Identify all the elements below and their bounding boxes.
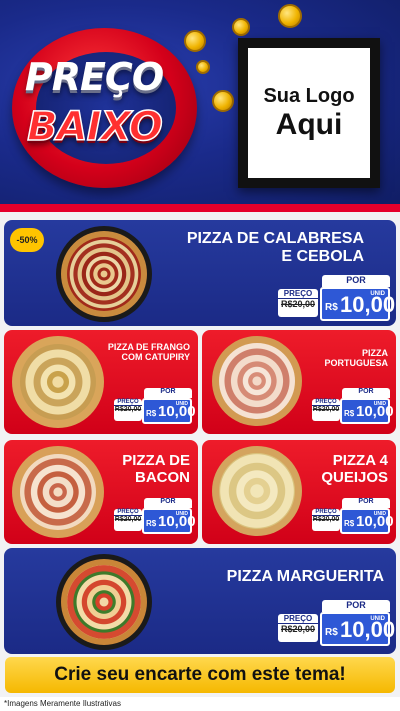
new-price: R$ 10,00 UNID bbox=[320, 287, 395, 321]
price-tag: POR PREÇO R$20,00 R$ 10,00 UNID bbox=[114, 498, 196, 534]
currency: R$ bbox=[325, 627, 338, 638]
old-price-label: PREÇO bbox=[312, 509, 340, 516]
coin-icon bbox=[184, 30, 206, 52]
unit-label: UNID bbox=[175, 511, 188, 517]
old-price: PREÇO R$20,00 bbox=[114, 509, 142, 531]
logo-text-line1: Sua Logo bbox=[263, 85, 355, 107]
currency: R$ bbox=[344, 409, 355, 418]
product-name: PIZZA 4 QUEIJOS bbox=[321, 452, 388, 487]
title-baixo: BAIXO bbox=[26, 103, 163, 151]
product-name: PIZZA MARGUERITA bbox=[226, 568, 384, 585]
por-label: POR bbox=[342, 388, 390, 398]
price-tag: POR PREÇO R$20,00 R$ 10,00 UNID bbox=[278, 600, 395, 646]
por-label: POR bbox=[144, 388, 192, 398]
product-name: PIZZA PORTUGUESA bbox=[324, 348, 388, 369]
price-tag: POR PREÇO R$20,00 R$ 10,00 UNID bbox=[312, 498, 394, 534]
old-price-label: PREÇO bbox=[312, 399, 340, 406]
coin-icon bbox=[196, 60, 210, 74]
product-card-4-queijos[interactable]: PIZZA 4 QUEIJOS POR PREÇO R$20,00 R$ 10,… bbox=[202, 440, 396, 544]
new-price: R$ 10,00 UNID bbox=[340, 508, 394, 534]
unit-label: UNID bbox=[373, 401, 386, 407]
pizza-marguerita-image bbox=[56, 554, 152, 650]
product-card-calabresa[interactable]: -50% PIZZA DE CALABRESA E CEBOLA POR PRE… bbox=[4, 220, 396, 326]
old-price-value: R$20,00 bbox=[114, 406, 142, 413]
coin-icon bbox=[232, 18, 250, 36]
price-value: 10,00 bbox=[340, 292, 396, 317]
old-price-value: R$20,00 bbox=[312, 406, 340, 413]
old-price: PREÇO R$20,00 bbox=[114, 399, 142, 421]
price-tag: POR PREÇO R$20,00 R$ 10,00 UNID bbox=[278, 275, 395, 321]
price-tag: POR PREÇO R$20,00 R$ 10,00 UNID bbox=[312, 388, 394, 424]
currency: R$ bbox=[325, 302, 338, 313]
unit-label: UNID bbox=[373, 511, 386, 517]
price-value: 10,00 bbox=[340, 617, 396, 642]
coin-icon bbox=[212, 90, 234, 112]
header-divider bbox=[0, 204, 400, 212]
old-price-value: R$20,00 bbox=[114, 516, 142, 523]
product-card-bacon[interactable]: PIZZA DE BACON POR PREÇO R$20,00 R$ 10,0… bbox=[4, 440, 198, 544]
unit-label: UNID bbox=[370, 291, 385, 297]
old-price-label: PREÇO bbox=[114, 399, 142, 406]
old-price: PREÇO R$20,00 bbox=[312, 399, 340, 421]
unit-label: UNID bbox=[370, 616, 385, 622]
disclaimer-text: *Imagens Meramente Ilustrativas bbox=[4, 699, 121, 708]
pizza-4-queijos-image bbox=[212, 446, 302, 536]
old-price: PREÇO R$20,00 bbox=[278, 289, 318, 317]
unit-label: UNID bbox=[175, 401, 188, 407]
pizza-calabresa-image bbox=[56, 226, 152, 322]
old-price-label: PREÇO bbox=[114, 509, 142, 516]
por-label: POR bbox=[342, 498, 390, 508]
header-banner: PREÇO BAIXO Sua Logo Aqui bbox=[0, 0, 400, 212]
old-price-label: PREÇO bbox=[278, 614, 318, 624]
coin-icon bbox=[278, 4, 302, 28]
new-price: R$ 10,00 UNID bbox=[340, 398, 394, 424]
product-name: PIZZA DE BACON bbox=[122, 452, 190, 487]
currency: R$ bbox=[344, 519, 355, 528]
product-name: PIZZA DE FRANGO COM CATUPIRY bbox=[107, 342, 190, 363]
new-price: R$ 10,00 UNID bbox=[142, 398, 196, 424]
discount-badge: -50% bbox=[10, 228, 44, 252]
old-price-value: R$20,00 bbox=[280, 624, 316, 634]
logo-placeholder[interactable]: Sua Logo Aqui bbox=[238, 38, 380, 188]
product-card-portuguesa[interactable]: PIZZA PORTUGUESA POR PREÇO R$20,00 R$ 10… bbox=[202, 330, 396, 434]
product-card-marguerita[interactable]: PIZZA MARGUERITA POR PREÇO R$20,00 R$ 10… bbox=[4, 548, 396, 654]
price-tag: POR PREÇO R$20,00 R$ 10,00 UNID bbox=[114, 388, 196, 424]
currency: R$ bbox=[146, 519, 157, 528]
pizza-portuguesa-image bbox=[212, 336, 302, 426]
product-card-frango[interactable]: PIZZA DE FRANGO COM CATUPIRY POR PREÇO R… bbox=[4, 330, 198, 434]
currency: R$ bbox=[146, 409, 157, 418]
por-label: POR bbox=[322, 600, 390, 612]
new-price: R$ 10,00 UNID bbox=[320, 612, 395, 646]
old-price: PREÇO R$20,00 bbox=[312, 509, 340, 531]
por-label: POR bbox=[144, 498, 192, 508]
title-preco: PREÇO bbox=[24, 55, 164, 99]
new-price: R$ 10,00 UNID bbox=[142, 508, 196, 534]
old-price-label: PREÇO bbox=[278, 289, 318, 299]
pizza-frango-image bbox=[12, 336, 104, 428]
old-price: PREÇO R$20,00 bbox=[278, 614, 318, 642]
old-price-value: R$20,00 bbox=[280, 299, 316, 309]
product-name: PIZZA DE CALABRESA E CEBOLA bbox=[186, 230, 364, 266]
pizza-bacon-image bbox=[12, 446, 104, 538]
old-price-value: R$20,00 bbox=[312, 516, 340, 523]
logo-text-line2: Aqui bbox=[275, 108, 343, 141]
cta-banner[interactable]: Crie seu encarte com este tema! bbox=[5, 657, 395, 693]
por-label: POR bbox=[322, 275, 390, 287]
